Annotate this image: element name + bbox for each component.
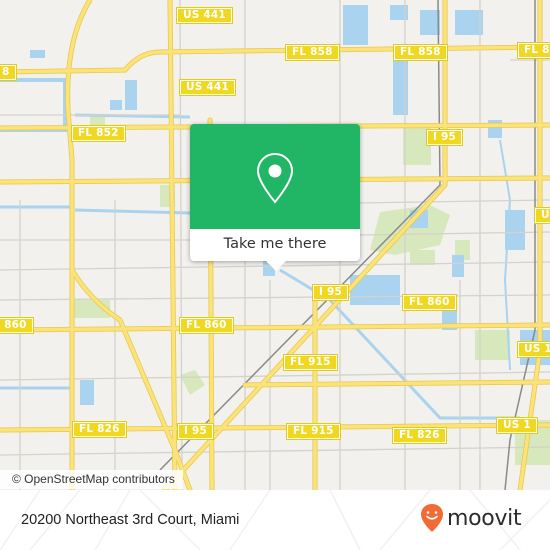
map-attribution[interactable]: © OpenStreetMap contributors (0, 470, 183, 489)
route-shield-us1: US 1 (534, 207, 550, 224)
route-shield-fl858: 8 (0, 64, 17, 81)
route-shield-fl826: FL 826 (72, 421, 127, 438)
brand-wordmark: moovit (447, 505, 522, 531)
route-shield-fl858: FL 858 (285, 44, 340, 61)
route-shield-fl858: FL 858 (393, 44, 448, 61)
route-shield-i95: I 95 (312, 284, 349, 301)
route-shield-fl860: FL 860 (402, 294, 457, 311)
route-shield-us1: US 1 (496, 417, 538, 434)
route-shield-us1: US 1 (517, 341, 550, 358)
route-shield-i95: I 95 (177, 423, 214, 440)
route-shield-fl852: FL 852 (71, 125, 126, 142)
map-pin-icon (256, 152, 294, 204)
popup-pointer (266, 261, 286, 271)
route-shield-fl915: FL 915 (283, 354, 338, 371)
route-shield-i95: I 95 (426, 129, 463, 146)
moovit-logo[interactable]: moovit (420, 503, 522, 533)
route-shield-us441: US 441 (179, 79, 236, 96)
route-shield-fl860: FL 860 (0, 317, 34, 334)
route-shield-fl860: FL 860 (179, 317, 234, 334)
route-shield-fl826: FL 826 (392, 427, 447, 444)
take-me-there-button[interactable]: Take me there (190, 229, 360, 261)
footer-bar: 20200 Northeast 3rd Court, Miami moovit (0, 490, 550, 550)
moovit-pin-icon (421, 504, 443, 532)
popup-header (190, 124, 360, 229)
route-shield-us441: US 441 (176, 7, 233, 24)
route-shield-fl858: FL 858 (517, 42, 550, 59)
location-popup: Take me there (190, 124, 360, 271)
address-label: 20200 Northeast 3rd Court, Miami (21, 512, 240, 528)
map-view[interactable]: US 441 8 US 441 FL 858 FL 858 FL 858 FL … (0, 0, 550, 490)
route-shield-fl915: FL 915 (286, 423, 341, 440)
